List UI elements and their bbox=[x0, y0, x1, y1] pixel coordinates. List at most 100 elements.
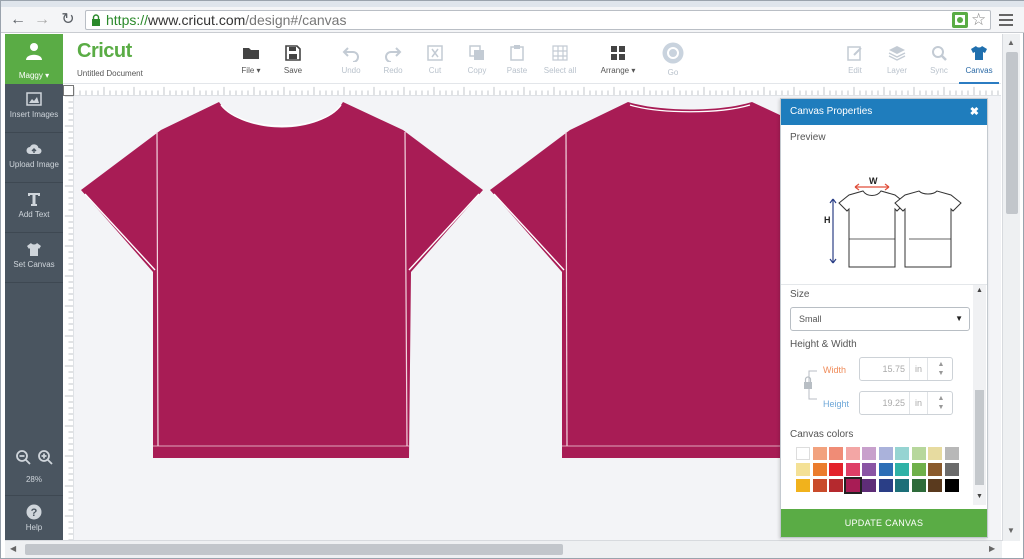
color-swatch[interactable] bbox=[878, 463, 893, 476]
paste-button[interactable]: Paste bbox=[495, 42, 539, 80]
vertical-scroll-thumb[interactable] bbox=[1006, 52, 1018, 214]
sidebar-item-add-text[interactable]: Add Text bbox=[5, 185, 63, 233]
tool-label: Sync bbox=[930, 66, 948, 75]
color-swatch[interactable] bbox=[796, 463, 810, 476]
color-swatch[interactable] bbox=[812, 447, 827, 460]
undo-icon bbox=[342, 47, 359, 62]
color-swatch[interactable] bbox=[878, 479, 893, 492]
color-swatch[interactable] bbox=[944, 479, 959, 492]
horizontal-scrollbar[interactable]: ◀ ▶ bbox=[5, 540, 1002, 558]
help-button[interactable]: ? Help bbox=[5, 495, 63, 535]
close-icon[interactable]: ✖ bbox=[970, 99, 979, 125]
document-name[interactable]: Untitled Document bbox=[77, 69, 143, 78]
undo-button[interactable]: Undo bbox=[329, 42, 373, 80]
browser-menu-icon[interactable] bbox=[997, 11, 1015, 27]
save-button[interactable]: Save bbox=[271, 42, 315, 80]
bookmark-star-icon[interactable]: ☆ bbox=[971, 10, 986, 30]
file-menu-button[interactable]: File ▾ bbox=[229, 42, 273, 80]
size-label: Size bbox=[790, 289, 810, 300]
color-swatch[interactable] bbox=[911, 479, 926, 492]
scroll-right-icon[interactable]: ▶ bbox=[989, 544, 995, 553]
color-swatch[interactable] bbox=[911, 447, 926, 460]
color-swatch[interactable] bbox=[862, 479, 876, 492]
color-swatch[interactable] bbox=[829, 447, 843, 460]
color-swatch[interactable] bbox=[944, 447, 959, 460]
arrange-menu-button[interactable]: Arrange ▾ bbox=[593, 42, 643, 80]
update-canvas-button[interactable]: UPDATE CANVAS bbox=[781, 509, 987, 537]
color-swatch[interactable] bbox=[895, 463, 909, 476]
scroll-left-icon[interactable]: ◀ bbox=[10, 544, 16, 553]
panel-scroll-down-icon[interactable]: ▼ bbox=[976, 493, 983, 500]
extension-icon[interactable] bbox=[951, 11, 969, 29]
help-icon: ? bbox=[26, 504, 42, 520]
user-menu[interactable]: Maggy ▾ bbox=[5, 34, 63, 84]
sidebar-item-set-canvas[interactable]: Set Canvas bbox=[5, 235, 63, 283]
tool-label: Layer bbox=[886, 66, 907, 75]
color-swatch[interactable] bbox=[862, 447, 876, 460]
panel-scroll-thumb[interactable] bbox=[975, 390, 984, 485]
aspect-lock-icon[interactable] bbox=[803, 361, 825, 411]
width-field[interactable]: 15.75 in ▲ ▼ bbox=[859, 357, 953, 381]
color-swatch[interactable] bbox=[862, 463, 876, 476]
edit-icon bbox=[847, 46, 862, 61]
cut-button[interactable]: Cut bbox=[413, 42, 457, 80]
scroll-down-icon[interactable]: ▼ bbox=[1007, 526, 1015, 535]
panel-scrollbar[interactable]: ▲ ▼ bbox=[973, 285, 986, 505]
forward-icon[interactable]: → bbox=[33, 11, 51, 29]
select-all-icon bbox=[552, 45, 568, 61]
color-swatch[interactable] bbox=[928, 463, 942, 476]
color-swatch[interactable] bbox=[812, 463, 827, 476]
zoom-out-icon[interactable] bbox=[15, 449, 31, 465]
ruler-corner[interactable] bbox=[63, 85, 74, 96]
color-swatch[interactable] bbox=[845, 447, 860, 460]
text-icon bbox=[28, 193, 40, 206]
size-select[interactable]: Small ▼ bbox=[790, 307, 970, 331]
color-swatch[interactable] bbox=[829, 463, 843, 476]
back-icon[interactable]: ← bbox=[9, 11, 27, 29]
color-swatch[interactable] bbox=[796, 447, 810, 460]
tool-label: Undo bbox=[341, 66, 361, 75]
color-swatch[interactable] bbox=[829, 479, 843, 492]
vertical-scrollbar[interactable]: ▲ ▼ bbox=[1002, 34, 1020, 541]
color-swatch[interactable] bbox=[878, 447, 893, 460]
layer-button[interactable]: Layer bbox=[877, 42, 917, 80]
color-swatch[interactable] bbox=[845, 463, 860, 476]
color-swatch[interactable] bbox=[796, 479, 810, 492]
tool-label: Cut bbox=[428, 66, 442, 75]
reload-icon[interactable]: ↻ bbox=[59, 11, 77, 29]
horizontal-scroll-thumb[interactable] bbox=[25, 544, 563, 555]
url-scheme: https:// bbox=[106, 12, 149, 28]
color-swatch[interactable] bbox=[812, 479, 827, 492]
panel-scroll-up-icon[interactable]: ▲ bbox=[976, 287, 983, 294]
color-swatch[interactable] bbox=[928, 479, 942, 492]
select-all-button[interactable]: Select all bbox=[535, 42, 585, 80]
edit-button[interactable]: Edit bbox=[835, 42, 875, 80]
user-name: Maggy ▾ bbox=[18, 71, 50, 80]
tshirt-front-canvas[interactable] bbox=[81, 100, 483, 458]
image-icon bbox=[26, 92, 42, 106]
sidebar-item-insert-images[interactable]: Insert Images bbox=[5, 85, 63, 133]
height-value: 19.25 bbox=[864, 392, 910, 414]
color-swatch[interactable] bbox=[843, 477, 862, 494]
address-bar[interactable]: https://www.cricut.com/design#/canvas bbox=[85, 10, 991, 30]
height-stepper[interactable]: ▲ ▼ bbox=[934, 394, 948, 412]
color-swatch[interactable] bbox=[911, 463, 926, 476]
sync-button[interactable]: Sync bbox=[919, 42, 959, 80]
redo-icon bbox=[385, 47, 402, 62]
width-stepper[interactable]: ▲ ▼ bbox=[934, 360, 948, 378]
copy-button[interactable]: Copy bbox=[455, 42, 499, 80]
folder-icon bbox=[243, 48, 259, 59]
color-swatch[interactable] bbox=[895, 447, 909, 460]
go-button[interactable]: Go bbox=[651, 42, 695, 80]
canvas-properties-panel: Canvas Properties ✖ Preview W H ▲ ▼ Size bbox=[780, 98, 988, 538]
height-field[interactable]: 19.25 in ▲ ▼ bbox=[859, 391, 953, 415]
scroll-up-icon[interactable]: ▲ bbox=[1007, 38, 1015, 47]
canvas-tab-button[interactable]: Canvas bbox=[959, 42, 999, 84]
color-swatch[interactable] bbox=[895, 479, 909, 492]
color-swatch[interactable] bbox=[928, 447, 942, 460]
cricut-logo: Cricut bbox=[77, 40, 132, 62]
zoom-in-icon[interactable] bbox=[37, 449, 53, 465]
sidebar-item-upload-image[interactable]: Upload Image bbox=[5, 135, 63, 183]
color-swatch[interactable] bbox=[944, 463, 959, 476]
redo-button[interactable]: Redo bbox=[371, 42, 415, 80]
